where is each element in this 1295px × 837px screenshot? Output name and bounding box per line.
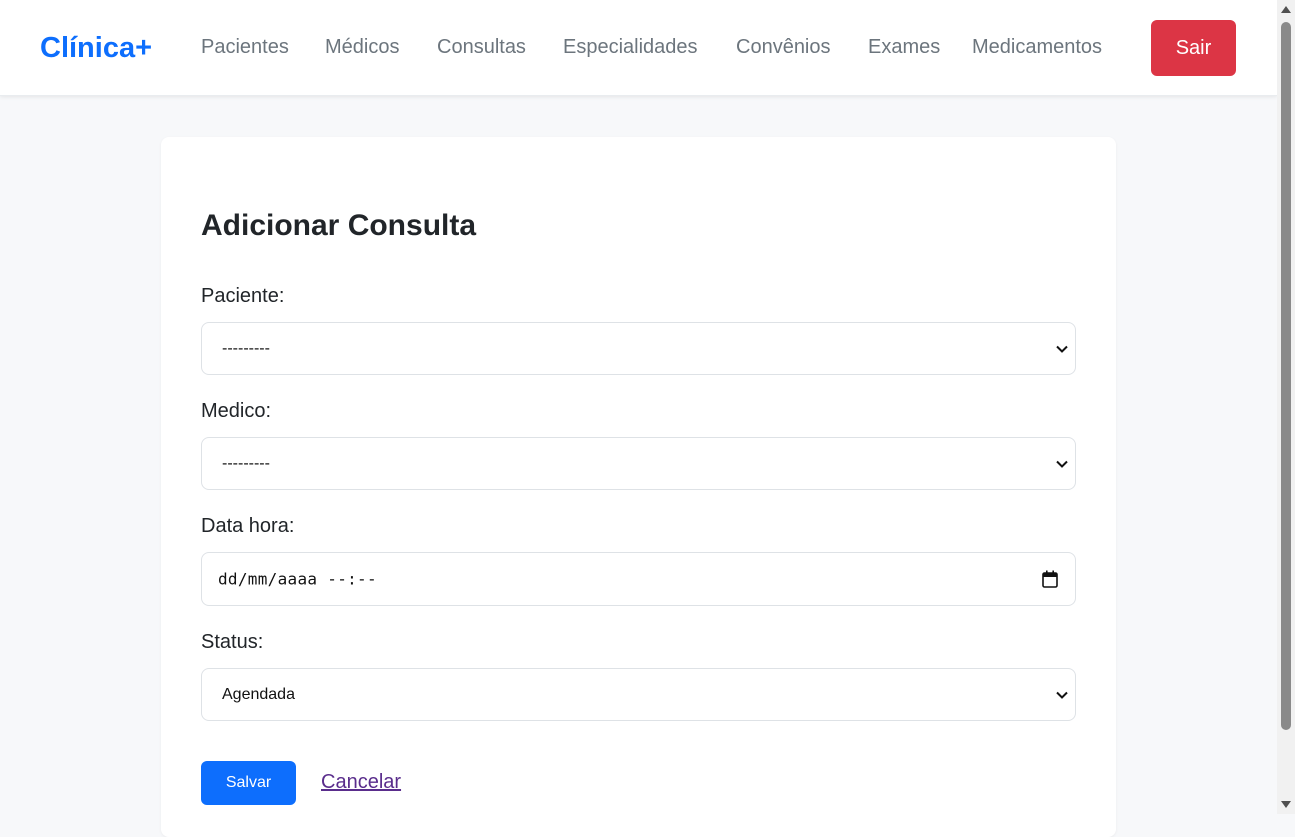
paciente-label: Paciente: bbox=[201, 285, 285, 307]
medico-select[interactable]: --------- bbox=[201, 437, 1076, 490]
paciente-select-value: --------- bbox=[222, 339, 270, 357]
nav-link-consultas[interactable]: Consultas bbox=[437, 34, 526, 60]
paciente-select[interactable]: --------- bbox=[201, 322, 1076, 375]
nav-link-especialidades[interactable]: Especialidades bbox=[563, 34, 698, 60]
nav-link-convenios[interactable]: Convênios bbox=[736, 34, 831, 60]
nav-link-medicos[interactable]: Médicos bbox=[325, 34, 399, 60]
status-label: Status: bbox=[201, 631, 264, 653]
scroll-down-arrow-icon[interactable] bbox=[1281, 801, 1291, 808]
nav-link-medicamentos[interactable]: Medicamentos bbox=[972, 34, 1102, 60]
save-button[interactable]: Salvar bbox=[201, 761, 296, 805]
chevron-down-icon bbox=[1056, 345, 1068, 353]
data-hora-input[interactable]: dd/mm/aaaa --:-- bbox=[201, 552, 1076, 606]
logout-button[interactable]: Sair bbox=[1151, 20, 1236, 76]
calendar-icon[interactable] bbox=[1042, 570, 1058, 588]
page-title: Adicionar Consulta bbox=[201, 209, 477, 242]
status-select-value: Agendada bbox=[222, 685, 295, 703]
scrollbar-thumb[interactable] bbox=[1281, 22, 1291, 730]
brand-logo[interactable]: Clínica+ bbox=[40, 30, 152, 66]
data-hora-input-value: dd/mm/aaaa --:-- bbox=[218, 569, 377, 589]
cancel-link[interactable]: Cancelar bbox=[321, 769, 401, 795]
medico-select-value: --------- bbox=[222, 454, 270, 472]
scroll-up-arrow-icon[interactable] bbox=[1281, 6, 1291, 13]
form-card: Adicionar Consulta Paciente: --------- M… bbox=[161, 137, 1116, 837]
medico-label: Medico: bbox=[201, 400, 272, 422]
vertical-scrollbar[interactable] bbox=[1277, 0, 1295, 814]
status-select[interactable]: Agendada bbox=[201, 668, 1076, 721]
data-hora-label: Data hora: bbox=[201, 515, 295, 537]
nav-link-exames[interactable]: Exames bbox=[868, 34, 940, 60]
nav-link-pacientes[interactable]: Pacientes bbox=[201, 34, 289, 60]
top-navbar: Clínica+ Pacientes Médicos Consultas Esp… bbox=[0, 0, 1277, 96]
chevron-down-icon bbox=[1056, 691, 1068, 699]
chevron-down-icon bbox=[1056, 460, 1068, 468]
